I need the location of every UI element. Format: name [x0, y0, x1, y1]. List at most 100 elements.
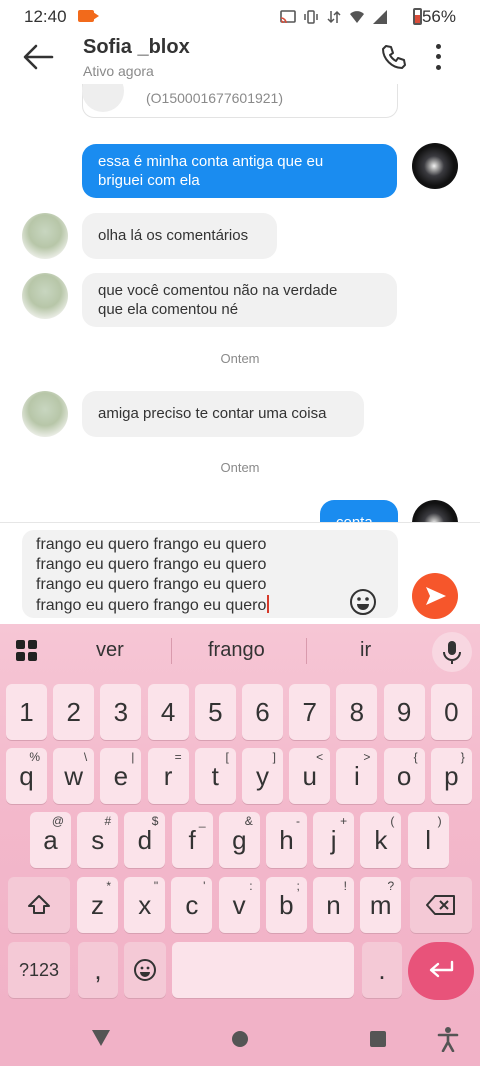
key-h[interactable]: h- — [266, 812, 307, 868]
my-avatar[interactable] — [412, 500, 458, 522]
key-hint: - — [296, 814, 300, 828]
key-s[interactable]: s # — [77, 812, 119, 868]
period-key[interactable]: . — [362, 942, 402, 998]
key-4[interactable]: 4 — [147, 684, 189, 740]
contact-avatar[interactable] — [22, 213, 68, 259]
key-e[interactable]: e | — [100, 748, 142, 804]
key-p[interactable]: p} — [430, 748, 472, 804]
contact-avatar[interactable] — [22, 391, 68, 437]
key-c[interactable]: c ' — [171, 877, 213, 933]
key-i[interactable]: i > — [336, 748, 378, 804]
voice-call-button[interactable] — [380, 43, 408, 71]
key-b[interactable]: b; — [265, 877, 307, 933]
key-hint: _ — [198, 814, 206, 828]
emoji-icon — [134, 959, 156, 981]
key-x[interactable]: x " — [124, 877, 166, 933]
key-l[interactable]: l) — [407, 812, 449, 868]
key-z[interactable]: z * — [77, 877, 118, 933]
key-hint: < — [316, 750, 324, 764]
nav-back-icon[interactable] — [92, 1030, 110, 1046]
message-bubble-outgoing[interactable]: conta — [320, 500, 398, 522]
contact-avatar[interactable] — [22, 273, 68, 319]
key-7[interactable]: 7 — [289, 684, 331, 740]
key-1[interactable]: 1 — [6, 684, 47, 740]
voice-input-button[interactable] — [432, 632, 472, 672]
suggestion-center[interactable]: frango — [208, 639, 265, 662]
key-hint: { — [413, 750, 418, 764]
backspace-key[interactable] — [410, 877, 472, 933]
wifi-icon — [350, 11, 364, 23]
emoji-icon — [350, 589, 376, 615]
key-m[interactable]: m? — [360, 877, 402, 933]
system-navigation-bar — [0, 1012, 480, 1066]
status-bar: 12:40 56% — [0, 0, 480, 34]
emoji-key[interactable] — [124, 942, 166, 998]
shift-key[interactable] — [8, 877, 70, 933]
status-time: 12:40 — [24, 7, 67, 26]
send-icon — [426, 587, 446, 605]
key-hint: & — [244, 814, 253, 828]
screen-record-icon — [78, 10, 99, 22]
key-hint: + — [340, 814, 348, 828]
key-r[interactable]: r = — [147, 748, 189, 804]
key-8[interactable]: 8 — [336, 684, 378, 740]
key-g[interactable]: g & — [218, 812, 260, 868]
key-a[interactable]: a @ — [30, 812, 71, 868]
date-separator: Ontem — [220, 460, 260, 475]
key-hint: : — [249, 879, 253, 893]
message-bubble-incoming[interactable]: amiga preciso te contar uma coisa — [82, 391, 364, 437]
key-f[interactable]: f _ — [171, 812, 213, 868]
comma-key[interactable]: , — [78, 942, 118, 998]
key-w[interactable]: w \ — [53, 748, 95, 804]
key-hint: ' — [203, 879, 206, 893]
message-input[interactable]: frango eu quero frango eu quero frango e… — [22, 530, 398, 618]
nav-recents-icon[interactable] — [370, 1031, 386, 1047]
suggestion-right[interactable]: ir — [360, 639, 371, 662]
key-n[interactable]: n! — [313, 877, 354, 933]
send-button[interactable] — [412, 573, 458, 619]
key-v[interactable]: v: — [218, 877, 260, 933]
key-d[interactable]: d $ — [124, 812, 166, 868]
key-q[interactable]: q% — [6, 748, 47, 804]
suggestion-left[interactable]: ver — [96, 639, 124, 662]
signal-icon — [373, 10, 387, 24]
key-hint: * — [106, 879, 111, 893]
contact-name[interactable]: Sofia _blox — [83, 36, 190, 59]
key-t[interactable]: t[ — [194, 748, 236, 804]
status-icons — [280, 9, 388, 25]
key-hint: | — [131, 750, 135, 764]
key-hint: ? — [387, 879, 395, 893]
message-bubble-incoming[interactable]: olha lá os comentários — [82, 213, 277, 259]
key-k[interactable]: k( — [360, 812, 402, 868]
accessibility-icon[interactable] — [437, 1026, 459, 1052]
key-hint: [ — [225, 750, 229, 764]
nav-home-icon[interactable] — [232, 1031, 248, 1047]
key-5[interactable]: 5 — [194, 684, 236, 740]
chat-header: Sofia _blox Ativo agora — [0, 34, 480, 84]
symbols-key[interactable]: ?123 — [8, 942, 70, 998]
key-9[interactable]: 9 — [383, 684, 425, 740]
message-bubble-incoming[interactable]: que você comentou não na verdade que ela… — [82, 273, 397, 327]
back-button[interactable] — [20, 42, 56, 72]
more-options-button[interactable] — [428, 42, 448, 72]
text-caret — [267, 595, 270, 613]
key-u[interactable]: u < — [289, 748, 331, 804]
enter-key[interactable] — [408, 942, 474, 1000]
key-j[interactable]: j + — [313, 812, 355, 868]
key-y[interactable]: y] — [242, 748, 283, 804]
key-3[interactable]: 3 — [100, 684, 142, 740]
key-2[interactable]: 2 — [53, 684, 95, 740]
enter-icon — [429, 960, 454, 978]
key-o[interactable]: o{ — [383, 748, 425, 804]
keyboard-apps-icon[interactable] — [16, 640, 38, 662]
phone-icon — [382, 45, 406, 69]
cast-icon — [280, 10, 296, 24]
message-bubble-outgoing[interactable]: essa é minha conta antiga que eu briguei… — [82, 144, 397, 198]
key-hint: ) — [437, 814, 442, 828]
emoji-button[interactable] — [349, 588, 377, 616]
message-list[interactable]: (O150001677601921) essa é minha conta an… — [0, 84, 480, 522]
my-avatar[interactable] — [412, 143, 458, 189]
key-6[interactable]: 6 — [242, 684, 283, 740]
space-key[interactable] — [172, 942, 354, 998]
key-0[interactable]: 0 — [430, 684, 472, 740]
